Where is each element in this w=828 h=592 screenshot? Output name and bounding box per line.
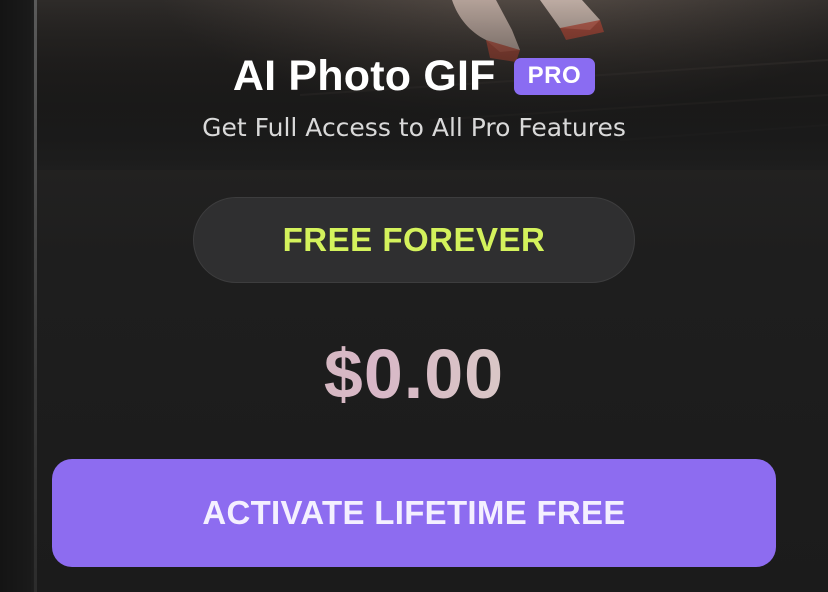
pro-badge: PRO [513,58,596,95]
app-title: AI Photo GIF [232,52,496,100]
activate-lifetime-free-button[interactable]: ACTIVATE LIFETIME FREE [52,459,776,567]
paywall-screen: AI Photo GIF PRO Get Full Access to All … [0,0,828,592]
title-row: AI Photo GIF PRO [0,52,828,101]
price-label: $0.00 [0,334,828,414]
subtitle: Get Full Access to All Pro Features [202,113,626,142]
cta-label: ACTIVATE LIFETIME FREE [202,494,626,531]
plan-option-free-forever[interactable]: FREE FOREVER [193,197,635,283]
plan-label: FREE FOREVER [282,221,546,258]
